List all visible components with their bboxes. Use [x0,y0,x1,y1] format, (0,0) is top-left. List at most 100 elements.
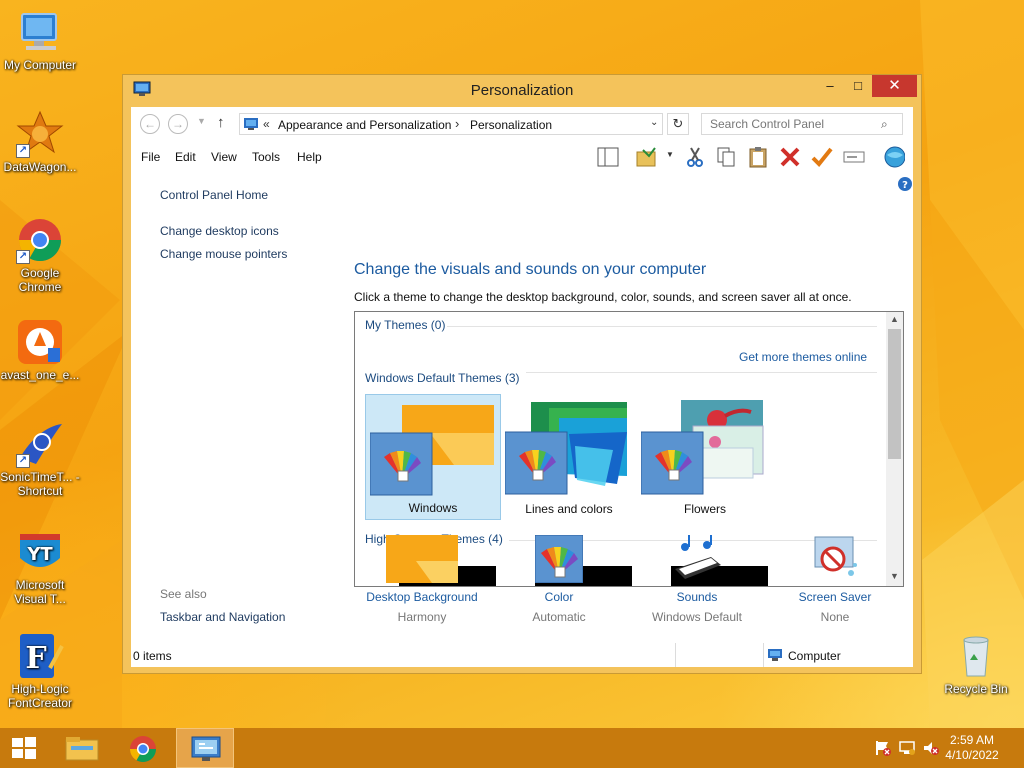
group-divider [447,326,877,327]
shortcut-arrow-icon: ↗ [16,144,30,158]
address-box[interactable]: « Appearance and Personalization › Perso… [239,113,663,135]
volume-muted-icon[interactable] [922,740,940,756]
control-panel-home-link[interactable]: Control Panel Home [160,188,268,202]
default-themes-header[interactable]: Windows Default Themes (3) [365,371,526,385]
desktop-icon-label: avast_one_e... [0,368,80,382]
svg-text:?: ? [902,180,908,191]
copy-icon[interactable] [715,146,737,168]
help-icon[interactable]: ? [897,176,913,192]
desktop-icon-microsoft-visual[interactable]: YT Microsoft Visual T... [0,528,80,606]
scroll-up-icon[interactable]: ▲ [890,314,899,324]
get-more-themes-link[interactable]: Get more themes online [739,350,867,364]
breadcrumb-personalization[interactable]: Personalization [470,118,552,132]
refresh-button[interactable]: ↻ [667,113,689,135]
menu-tools[interactable]: Tools [252,150,280,164]
status-bar: 0 items Computer [131,643,913,667]
maximize-button[interactable]: □ [844,75,872,97]
visual-tools-icon: YT [16,528,64,576]
address-overflow[interactable]: « [263,117,270,131]
file-explorer-icon [65,737,99,761]
menu-file[interactable]: File [141,150,160,164]
recycle-bin-icon [952,632,1000,680]
search-input[interactable]: Search Control Panel [701,113,903,135]
desktop-icon-label: My Computer [3,58,77,72]
shortcut-arrow-icon: ↗ [16,454,30,468]
page-heading: Change the visuals and sounds on your co… [354,261,707,278]
computer-icon [768,649,782,661]
theme-flowers[interactable]: Flowers [637,394,773,520]
desktop-icon-datawagon[interactable]: ↗ DataWagon... [0,110,80,174]
sounds-label[interactable]: Sounds [627,590,767,604]
recent-pages-dropdown[interactable]: ▼ [197,116,206,126]
theme-label: Windows [408,501,458,515]
personalization-window: Personalization – □ ✕ ← → ▼ ↑ « Appearan… [122,74,922,674]
breadcrumb-appearance[interactable]: Appearance and Personalization [278,118,451,132]
windows-logo-icon [12,737,36,759]
theme-windows-preview [370,405,494,496]
menu-edit[interactable]: Edit [175,150,196,164]
minimize-button[interactable]: – [816,75,844,97]
back-button[interactable]: ← [140,114,160,134]
breadcrumb-separator[interactable]: › [455,116,459,131]
action-center-flag-icon[interactable] [874,740,892,756]
desktop-icon-google-chrome[interactable]: ↗ Google Chrome [0,216,80,294]
theme-lines-preview [505,402,627,495]
desktop-background-label[interactable]: Desktop Background [352,590,492,604]
start-button[interactable] [0,728,48,768]
screen-saver-label[interactable]: Screen Saver [765,590,905,604]
desktop-icon-label: Google Chrome [18,266,62,294]
desktop-background-item[interactable]: Desktop Background Harmony [352,535,492,624]
search-icon: ⌕ [881,117,888,131]
taskbar-control-panel-active[interactable] [176,728,234,768]
desktop-icon-recycle-bin[interactable]: Recycle Bin [936,632,1016,696]
status-divider [675,643,676,667]
rename-icon[interactable] [843,146,865,168]
cut-icon[interactable] [684,146,706,168]
scroll-thumb[interactable] [888,329,901,459]
desktop-icon-avast[interactable]: avast_one_e... [0,318,80,382]
change-desktop-icons-link[interactable]: Change desktop icons [160,224,279,238]
up-button[interactable]: ↑ [217,114,225,131]
menu-view[interactable]: View [211,150,237,164]
desktop-icon-sonictime[interactable]: ↗ SonicTimeT... - Shortcut [0,420,80,498]
delete-icon[interactable] [779,146,801,168]
address-dropdown-icon[interactable]: ⌄ [650,117,658,128]
properties-check-icon[interactable] [811,146,833,168]
color-label[interactable]: Color [489,590,629,604]
theme-windows[interactable]: Windows [365,394,501,520]
taskbar: 2:59 AM 4/10/2022 [0,728,1024,768]
network-icon[interactable] [898,740,916,756]
address-bar: ← → ▼ ↑ « Appearance and Personalization… [131,107,913,141]
taskbar-navigation-link[interactable]: Taskbar and Navigation [160,610,285,624]
globe-icon[interactable] [883,146,905,168]
screen-saver-item[interactable]: Screen Saver None [765,535,905,624]
theme-label: Lines and colors [525,502,613,516]
desktop-background-icon [386,535,458,583]
taskbar-google-chrome[interactable] [114,728,172,768]
my-themes-header[interactable]: My Themes (0) [365,318,445,332]
title-bar[interactable]: Personalization – □ ✕ [123,75,921,105]
folder-options-icon[interactable] [635,146,657,168]
paste-icon[interactable] [747,146,769,168]
theme-lines-and-colors[interactable]: Lines and colors [501,394,637,520]
svg-text:F: F [25,641,46,676]
status-location: Computer [788,649,841,663]
svg-text:YT: YT [26,544,53,565]
close-button[interactable]: ✕ [872,75,917,97]
layout-pane-icon[interactable] [597,146,619,168]
forward-button[interactable]: → [168,114,188,134]
desktop-icon-my-computer[interactable]: My Computer [0,8,80,72]
chrome-icon: ↗ [16,216,64,264]
menu-help[interactable]: Help [297,150,322,164]
chrome-icon [129,736,157,763]
folder-options-dropdown-icon[interactable]: ▼ [666,150,674,159]
taskbar-file-explorer[interactable] [54,728,112,768]
change-mouse-pointers-link[interactable]: Change mouse pointers [160,247,287,261]
taskbar-clock[interactable]: 2:59 AM 4/10/2022 [942,733,1002,763]
desktop-icon-fontcreator[interactable]: F High-Logic FontCreator [0,632,80,710]
sounds-item[interactable]: Sounds Windows Default [627,535,767,624]
desktop-icon-label: Microsoft Visual T... [14,578,66,606]
control-panel-icon [244,118,258,130]
avast-icon [16,318,64,366]
color-item[interactable]: Color Automatic [489,534,629,624]
